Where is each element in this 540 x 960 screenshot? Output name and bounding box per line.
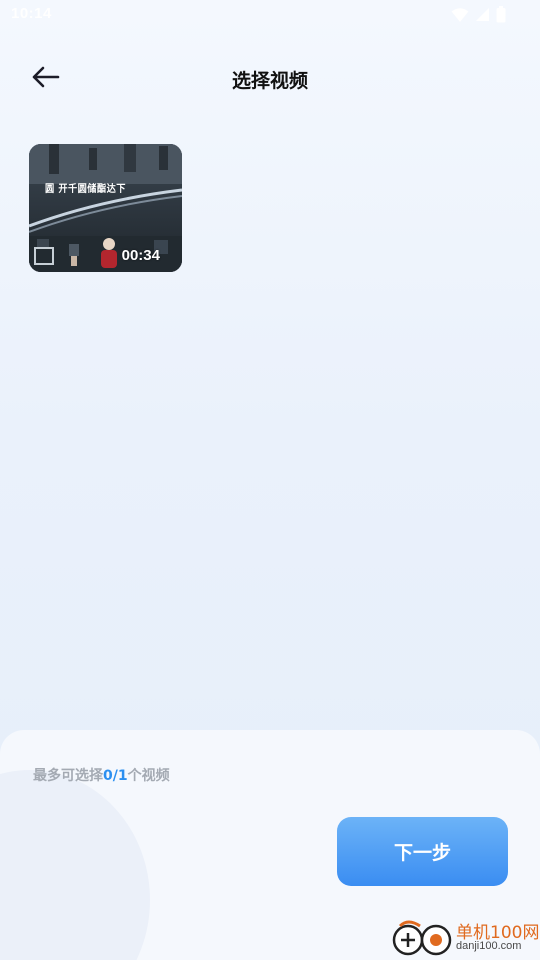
video-thumbnail[interactable]: 圆 开千圆储酯达下 00:34 — [29, 144, 182, 272]
watermark: 单机100网 danji100.com — [390, 916, 540, 960]
watermark-logo-icon — [392, 920, 452, 956]
status-time: 10:14 — [11, 5, 52, 22]
header: 选择视频 — [0, 52, 540, 104]
status-bar: 10:14 — [0, 0, 540, 30]
video-grid: 圆 开千圆储酯达下 00:34 — [29, 144, 182, 272]
video-caption: 圆 开千圆储酯达下 — [45, 184, 126, 195]
selection-hint-prefix: 最多可选择 — [33, 768, 103, 784]
wifi-icon — [451, 7, 469, 22]
selection-hint: 最多可选择0/1个视频 — [33, 765, 170, 785]
selected-count: 0 — [103, 768, 113, 784]
selection-count: 0/1 — [103, 768, 128, 784]
signal-icon — [476, 8, 489, 21]
selection-hint-suffix: 个视频 — [127, 768, 170, 784]
next-button[interactable]: 下一步 — [337, 817, 508, 886]
battery-icon — [496, 6, 506, 23]
video-duration: 00:34 — [121, 247, 160, 264]
max-count: 1 — [117, 768, 128, 784]
page-title: 选择视频 — [231, 70, 308, 92]
watermark-url: danji100.com — [456, 940, 522, 952]
status-icons — [451, 6, 506, 23]
